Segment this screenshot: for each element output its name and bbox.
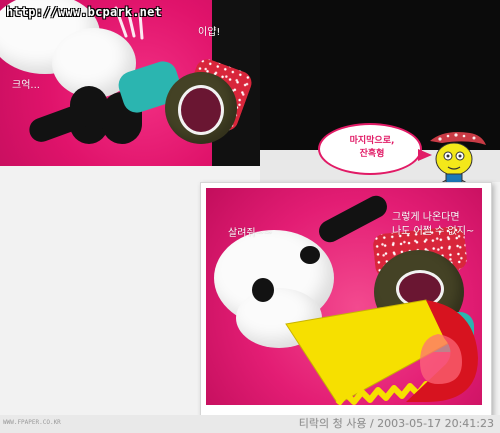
footer-left-text: WWW.FPAPER.CO.KR <box>3 419 61 426</box>
motion-lines <box>114 6 144 40</box>
speech-bubble: 마지막으로, 잔혹형 <box>318 123 432 175</box>
footer: WWW.FPAPER.CO.KR 티락의 청 사용 / 2003-05-17 2… <box>0 415 500 433</box>
page: 크억... 이얍! http://www.bcpark.net 마지막으로, 잔… <box>0 0 500 433</box>
footer-right-text: 티락의 청 사용 / 2003-05-17 20:41:23 <box>298 417 494 430</box>
bottom-caption-left: 살려줘~~ <box>228 228 273 239</box>
bottom-caption-right-line-1: 그렇게 나온다면 <box>392 212 460 223</box>
bottom-caption-right-line-2: 나도 어쩔 수 없지~ <box>392 226 475 237</box>
bottom-photo: 살려줘~~ 그렇게 나온다면 나도 어쩔 수 없지~ <box>206 188 482 405</box>
top-photo: 크억... 이얍! <box>0 0 260 166</box>
site-watermark: http://www.bcpark.net <box>6 5 162 19</box>
speech-bubble-text: 마지막으로, 잔혹형 <box>349 136 395 159</box>
